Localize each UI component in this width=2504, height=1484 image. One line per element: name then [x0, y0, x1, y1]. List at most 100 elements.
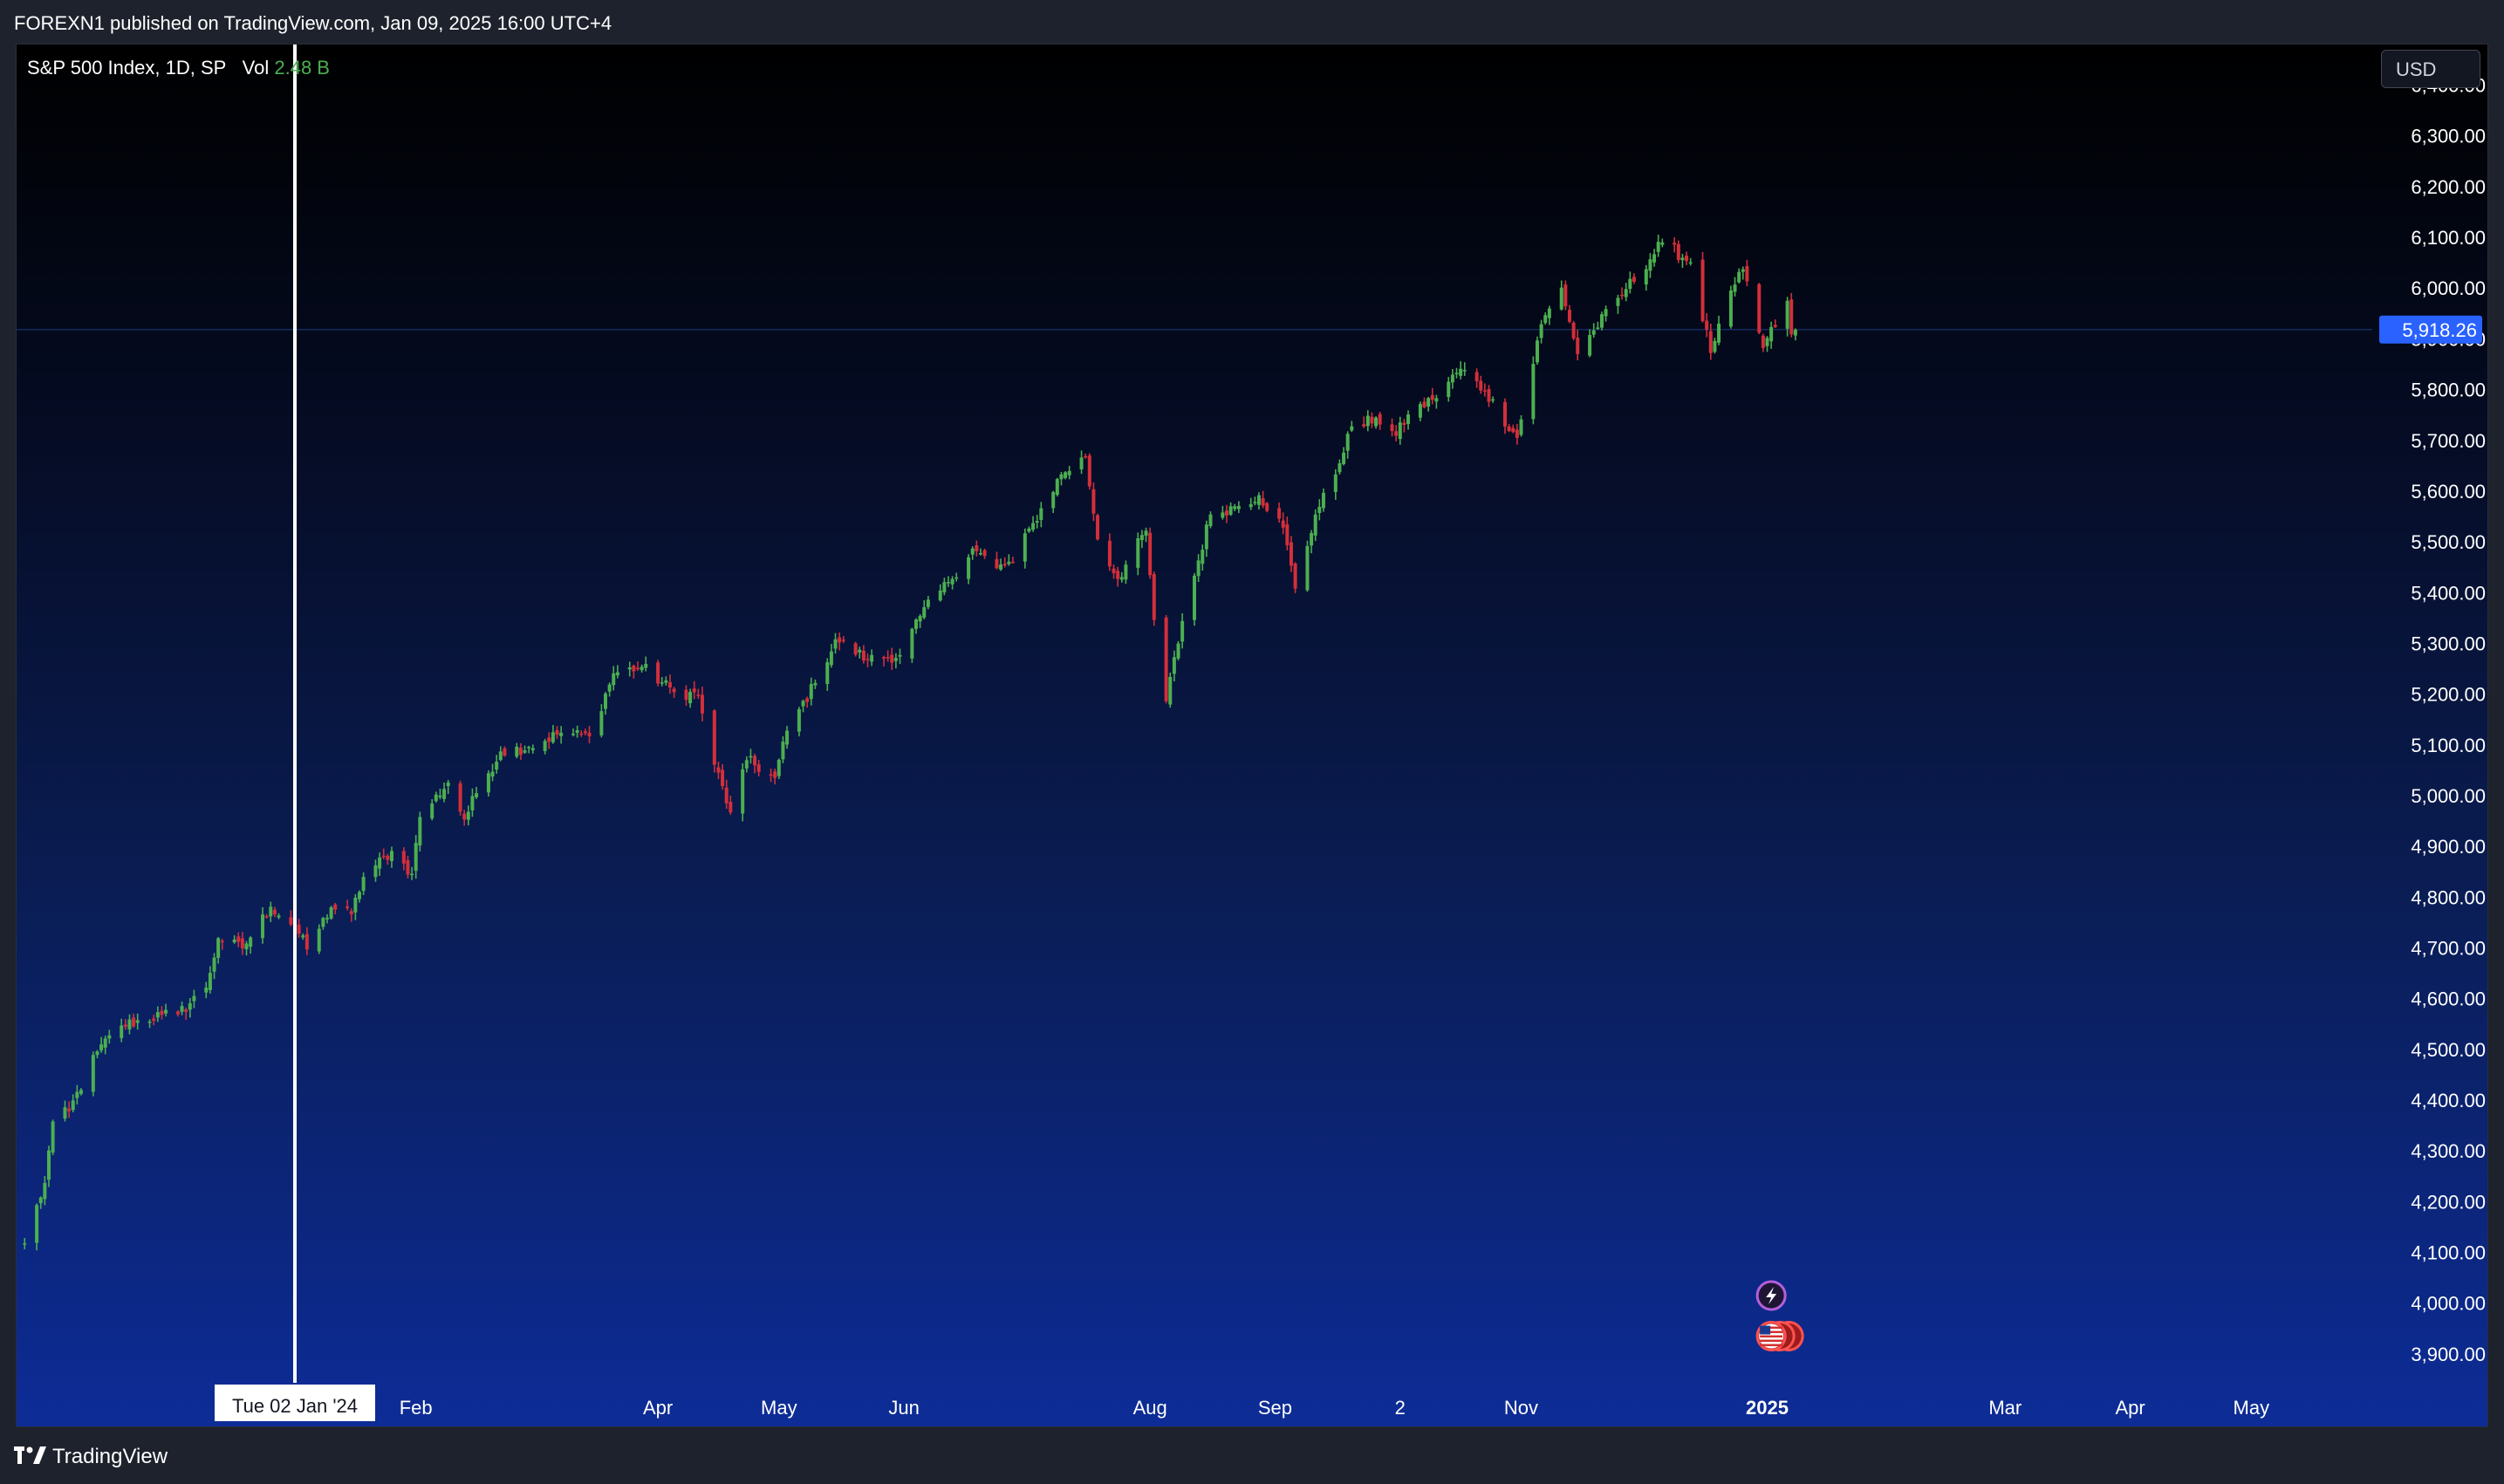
candle-body — [1624, 289, 1628, 297]
us-flag-icon[interactable] — [1755, 1321, 1804, 1352]
candle — [583, 728, 587, 735]
candle — [1450, 369, 1454, 389]
candle — [1491, 396, 1495, 403]
event-markers[interactable] — [1755, 1280, 1804, 1352]
candle-body — [938, 590, 942, 601]
candle — [571, 728, 576, 737]
time-tick-label: May — [761, 1397, 797, 1419]
candle-body — [208, 973, 212, 990]
candle-body — [1196, 560, 1201, 577]
candle — [208, 966, 212, 994]
candle — [587, 726, 592, 743]
candle — [46, 1145, 51, 1187]
candle — [212, 953, 216, 980]
candle-body — [462, 813, 467, 820]
price-tick-label: 6,100.00 — [2411, 227, 2486, 249]
candle — [1717, 315, 1721, 345]
candle-body — [406, 859, 410, 875]
candle — [664, 676, 668, 686]
candle — [1067, 466, 1071, 480]
flag-stripe — [1760, 1335, 1783, 1338]
candle — [853, 641, 858, 657]
candle-body — [1193, 575, 1196, 620]
candle — [1616, 294, 1620, 314]
candle — [1728, 285, 1733, 329]
currency-button[interactable]: USD — [2381, 50, 2480, 88]
candle-body — [1338, 463, 1342, 473]
time-axis[interactable]: Feb Apr May Jun Aug Sep 2 Nov 2025 Mar Apr May — [400, 1397, 2269, 1419]
candle — [1107, 533, 1112, 571]
candle — [982, 548, 987, 559]
candle-body — [1136, 538, 1140, 568]
candle-body — [1656, 242, 1660, 252]
candle-body — [1616, 297, 1620, 306]
symbol-legend[interactable]: S&P 500 Index, 1D, SP Vol 2.48 B — [27, 57, 330, 79]
candle-body — [898, 654, 902, 657]
lightning-icon[interactable] — [1755, 1280, 1787, 1311]
candle-body — [430, 803, 434, 819]
candle-body — [1673, 243, 1677, 245]
candle-body — [1224, 510, 1228, 516]
candle — [644, 656, 648, 672]
candle — [1591, 323, 1596, 339]
candle — [35, 1203, 39, 1251]
candlestick-chart[interactable]: Tue 02 Jan '24 3,900.00 4,000.00 4,100.00 4… — [17, 44, 2488, 1427]
candle — [1031, 516, 1036, 532]
candle — [858, 646, 862, 659]
candle-body — [882, 657, 886, 659]
candle — [978, 548, 982, 556]
candle — [220, 939, 224, 950]
candle-body — [75, 1091, 79, 1098]
candle — [1685, 251, 1689, 265]
candle — [249, 936, 253, 954]
chart-area[interactable]: Tue 02 Jan '24 3,900.00 4,000.00 4,100.00 4… — [16, 44, 2488, 1427]
candle — [1196, 554, 1201, 583]
candle — [833, 633, 838, 654]
candle — [1535, 336, 1539, 365]
candle-body — [635, 667, 640, 669]
candle-body — [627, 667, 632, 670]
candle-body — [38, 1197, 43, 1204]
price-tick-label: 4,700.00 — [2411, 938, 2486, 960]
candle-body — [486, 773, 490, 793]
candle — [91, 1051, 95, 1097]
candle-body — [1365, 415, 1370, 427]
candle-body — [1462, 370, 1467, 372]
candle — [777, 758, 781, 779]
candle-body — [1096, 515, 1100, 540]
candle — [523, 745, 527, 754]
candle-body — [893, 658, 898, 661]
price-tick-label: 4,600.00 — [2411, 988, 2486, 1010]
candle-body — [1289, 542, 1293, 566]
candle — [1539, 319, 1543, 344]
candle-body — [1430, 394, 1434, 400]
candle — [696, 688, 701, 700]
candle — [551, 725, 555, 744]
candle — [656, 660, 660, 687]
candle — [744, 756, 749, 773]
candle — [829, 644, 833, 668]
candle-body — [841, 639, 845, 641]
candle-body — [1628, 278, 1632, 290]
candle-body — [1741, 269, 1745, 272]
candle — [530, 744, 535, 754]
candle — [329, 906, 333, 920]
candle-body — [1685, 255, 1689, 262]
price-tick-label: 5,700.00 — [2411, 430, 2486, 452]
candle — [446, 779, 450, 795]
candle — [769, 768, 773, 783]
candle-body — [724, 787, 729, 804]
candle-body — [813, 682, 818, 686]
candle — [555, 726, 559, 739]
candle-body — [1201, 550, 1205, 564]
candle — [1459, 361, 1463, 380]
publish-header: FOREXN1 published on TradingView.com, Ja… — [0, 0, 2504, 44]
candle — [1482, 383, 1487, 397]
candle — [1261, 490, 1265, 509]
candle — [410, 866, 414, 880]
candle-body — [809, 684, 813, 700]
price-axis[interactable]: 3,900.00 4,000.00 4,100.00 4,200.00 4,300.00… — [2379, 75, 2486, 1365]
candle-body — [1370, 416, 1374, 424]
candle — [1402, 419, 1406, 433]
candle — [1204, 520, 1208, 557]
